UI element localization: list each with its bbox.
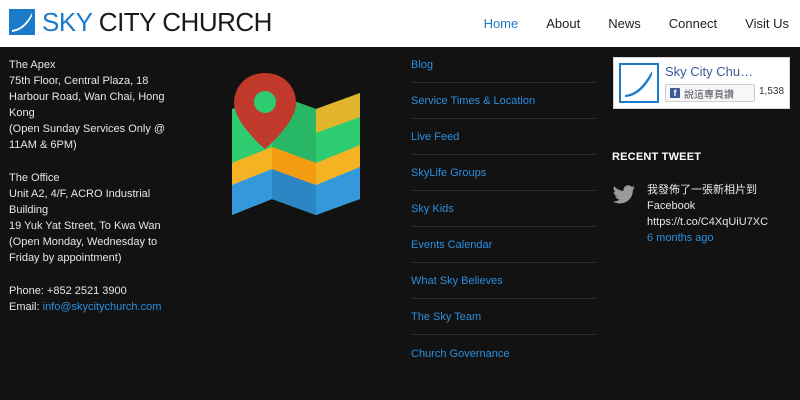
facebook-page-thumbnail[interactable] [619,63,659,103]
map-location-icon [232,73,360,215]
logo-mark-icon [9,9,35,35]
link-item-sky-team: The Sky Team [411,299,596,335]
link-item-sky-kids: Sky Kids [411,191,596,227]
site-header: SKY CITY CHURCH Home About News Connect … [0,0,800,47]
blog-link[interactable]: Blog [411,59,433,71]
sky-kids-link[interactable]: Sky Kids [411,203,454,215]
tweet-item: 我發佈了一張新相片到 Facebook https://t.co/C4XqUiU… [647,184,769,244]
nav-home[interactable]: Home [484,16,519,31]
email-link[interactable]: info@skycitychurch.com [43,301,162,313]
facebook-page-widget[interactable]: Sky City Chu… f 說這專頁讚 1,538 [613,57,790,109]
link-item-what-sky-believes: What Sky Believes [411,263,596,299]
link-item-events-calendar: Events Calendar [411,227,596,263]
link-item-church-governance: Church Governance [411,335,596,371]
facebook-page-name[interactable]: Sky City Chu… [665,64,753,79]
tweet-timestamp-link[interactable]: 6 months ago [647,232,714,244]
nav-connect[interactable]: Connect [669,16,717,31]
link-item-blog: Blog [411,47,596,83]
facebook-like-count: 1,538 [759,86,785,97]
apex-address: The Apex 75th Floor, Central Plaza, 18 H… [9,59,166,151]
address-block: The Apex 75th Floor, Central Plaza, 18 H… [9,57,184,332]
logo-text: SKY CITY CHURCH [42,6,272,37]
nav-visit-us[interactable]: Visit Us [745,16,789,31]
recent-tweet-heading: RECENT TWEET [612,151,702,163]
site-footer: The Apex 75th Floor, Central Plaza, 18 H… [0,47,800,400]
link-item-skylife-groups: SkyLife Groups [411,155,596,191]
nav-news[interactable]: News [608,16,641,31]
church-governance-link[interactable]: Church Governance [411,348,509,360]
sky-team-link[interactable]: The Sky Team [411,311,481,323]
phone-text: Phone: +852 2521 3900 [9,285,127,297]
footer-links: Blog Service Times & Location Live Feed … [411,47,596,371]
church-logo-icon [625,71,652,97]
events-calendar-link[interactable]: Events Calendar [411,239,492,251]
live-feed-link[interactable]: Live Feed [411,131,459,143]
link-item-service-times: Service Times & Location [411,83,596,119]
twitter-bird-icon [612,185,636,204]
nav-about[interactable]: About [546,16,580,31]
facebook-icon: f [670,88,680,98]
skylife-groups-link[interactable]: SkyLife Groups [411,167,486,179]
site-logo[interactable]: SKY CITY CHURCH [8,7,272,37]
office-address: The Office Unit A2, 4/F, ACRO Industrial… [9,172,161,264]
service-times-link[interactable]: Service Times & Location [411,95,535,107]
tweet-short-link[interactable]: https://t.co/C4XqUiU7XC [647,216,768,228]
what-sky-believes-link[interactable]: What Sky Believes [411,275,503,287]
contact-info: Phone: +852 2521 3900 Email: info@skycit… [9,285,162,313]
main-nav: Home About News Connect Visit Us [484,0,800,47]
facebook-like-button[interactable]: f 說這專頁讚 [665,84,755,102]
link-item-live-feed: Live Feed [411,119,596,155]
